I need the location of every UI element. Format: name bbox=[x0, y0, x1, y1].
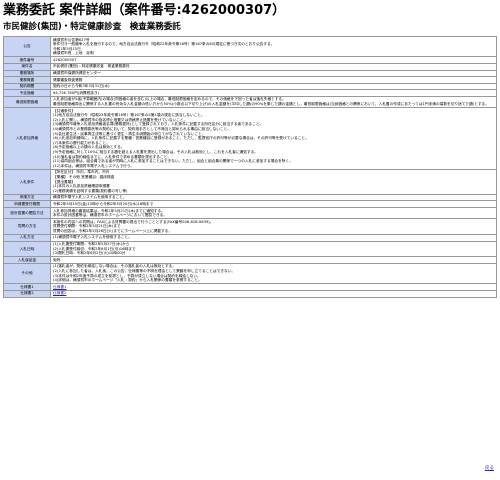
row-label: 契約期間 bbox=[4, 83, 50, 90]
detail-table: 公告 横須賀市公告第627号 条件付き一般競争入札を施行するので，地方自治法施行令（… bbox=[3, 36, 497, 298]
detail-row: 申請方法 横須賀市電子入札システムを使用すること。 bbox=[4, 194, 496, 201]
row-value: 健康審査検査業務 bbox=[51, 77, 496, 83]
detail-row: 契約期間 契約の日から令和3年3月31日(水) bbox=[4, 83, 496, 90]
value-line: 市民健診(集団)・特定健康診査 検査業務委託 bbox=[53, 64, 130, 69]
value-line: ¥4,726,760円(消費税抜き) bbox=[53, 90, 100, 95]
row-value: 本案件の内容への質問は，FAXによる質問書の提出で行うこととする(FAX番号04… bbox=[51, 219, 496, 234]
value-line: 横須賀市長 上地 克明 bbox=[53, 51, 94, 56]
row-label: 最低制限価格 bbox=[4, 96, 50, 108]
detail-row: 入札参加資格 【共通条件】 (1)地方自治法施行令（昭和22年政令第16号）第167… bbox=[4, 108, 496, 169]
row-label: 仕様書2 bbox=[4, 290, 50, 297]
value-line: 令和2年5月15日(金)15時から令和2年5月20日(水)16時まで bbox=[53, 201, 154, 206]
row-value: 入札参加資格の審査結果は，令和2年5月21日(木)までに通知する。 本件の設計図書… bbox=[51, 208, 496, 219]
detail-row: 申請書受付期間 令和2年5月15日(金)15時から令和2年5月20日(水)16時ま… bbox=[4, 201, 496, 207]
row-label: 業務場所 bbox=[4, 70, 50, 77]
value-line: (1)横須賀市電子入札システムを使用すること。 bbox=[53, 235, 132, 240]
spec-document-link[interactable]: 仕様書2 bbox=[53, 291, 494, 296]
value-line: 契約の日から令和3年3月31日(水) bbox=[53, 84, 110, 89]
detail-row: 最低制限価格 入札参加者が5者(予算範囲内)の場合(同価格の者を含む)以上の場合，… bbox=[4, 96, 496, 108]
row-value: (1)落札者が，契約を締結しない場合は，その落札者の入札は無効とする。 (2)入札… bbox=[51, 263, 496, 284]
row-label: 質問の方法 bbox=[4, 219, 50, 234]
row-value: (1)横須賀市電子入札システムを使用すること。 bbox=[51, 234, 496, 241]
row-value: 【所在区分】 市内，準市内，市外 【業種】 その他 営業種目：臨床検査 【提出書類】… bbox=[51, 169, 496, 194]
value-line: 質問の回答は，令和2年5月26日(火)までにホームページ上に掲載する。 bbox=[53, 228, 173, 233]
detail-table-body: 公告 横須賀市公告第627号 条件付き一般競争入札を施行するので，地方自治法施行令（… bbox=[4, 37, 496, 297]
row-label: 申請方法 bbox=[4, 194, 50, 201]
detail-row: 設計図書の閲覧方法 入札参加資格の審査結果は，令和2年5月21日(木)までに通知す… bbox=[4, 208, 496, 219]
value-line: 健康審査検査業務 bbox=[53, 77, 83, 82]
detail-row: 質問の方法 本案件の内容への質問は，FAXによる質問書の提出で行うこととする(FA… bbox=[4, 219, 496, 234]
row-label: 設計図書の閲覧方法 bbox=[4, 208, 50, 219]
row-value: 【共通条件】 (1)地方自治法施行令（昭和22年政令第16号）第167条の4第1項… bbox=[51, 108, 496, 169]
row-label: 案件名 bbox=[4, 63, 50, 70]
page-title: 業務委託 案件詳細（案件番号:4262000307） bbox=[3, 3, 286, 18]
row-value: 令和2年5月15日(金)15時から令和2年5月20日(水)16時まで bbox=[51, 201, 496, 207]
detail-row: 入札保証金 免除 bbox=[4, 257, 496, 263]
row-label: 入札日時 bbox=[4, 241, 50, 257]
value-line: 免除 bbox=[53, 257, 61, 262]
detail-row: 業務概要 健康審査検査業務 bbox=[4, 77, 496, 83]
value-line: (12)本件は，横須賀市電子入札システムで行う。 bbox=[53, 163, 134, 168]
detail-row: 案件番号 4262000307 bbox=[4, 57, 496, 63]
row-value: 仕様書2 bbox=[51, 290, 496, 297]
row-label: 案件番号 bbox=[4, 57, 50, 63]
detail-row: 公告 横須賀市公告第627号 条件付き一般競争入札を施行するので，地方自治法施行令（… bbox=[4, 37, 496, 57]
detail-row: 業務場所 横須賀市保健所健診センター bbox=[4, 70, 496, 77]
spec-document-link[interactable]: 仕様書1 bbox=[53, 285, 494, 290]
row-value: (1)入札書受付期間：令和2年5月27日(水)から (2)入札書受付締切：令和2年… bbox=[51, 241, 496, 257]
detail-row: 予定価格 ¥4,726,760円(消費税抜き) bbox=[4, 90, 496, 96]
detail-row: 入札方法 (1)横須賀市電子入札システムを使用すること。 bbox=[4, 234, 496, 241]
detail-row: 案件名 市民健診(集団)・特定健康診査 検査業務委託 bbox=[4, 63, 496, 70]
detail-row: その他 (1)落札者が，契約を締結しない場合は，その落札者の入札は無効とする。 (2… bbox=[4, 263, 496, 284]
detail-row: 入札日時 (1)入札書受付期間：令和2年5月27日(水)から (2)入札書受付締切：… bbox=[4, 241, 496, 257]
row-label: 入札条件 bbox=[4, 169, 50, 194]
row-label: 予定価格 bbox=[4, 90, 50, 96]
detail-row: 仕様書2 仕様書2 bbox=[4, 290, 496, 297]
row-label: 公告 bbox=[4, 37, 50, 57]
row-label: 入札方法 bbox=[4, 234, 50, 241]
detail-row: 入札条件 【所在区分】 市内，準市内，市外 【業種】 その他 営業種目：臨床検査 【提… bbox=[4, 169, 496, 194]
row-label: 申請書受付期間 bbox=[4, 201, 50, 207]
value-line: 最低制限価格算出に関係する入札書の有効な入札金額の低い方から50%(小数点以下切… bbox=[53, 102, 489, 107]
row-value: 契約の日から令和3年3月31日(水) bbox=[51, 83, 496, 90]
value-line: 4262000307 bbox=[53, 57, 77, 62]
value-line: (2)業務実績を証明する書類(契約書の写し等) bbox=[53, 188, 128, 193]
row-value: 入札参加者が5者(予算範囲内)の場合(同価格の者を含む)以上の場合，最低制限価格… bbox=[51, 96, 496, 108]
value-line: 本件の設計図書等は，横須賀市のホームページにおいて閲覧できる。 bbox=[53, 213, 167, 218]
value-line: (3)開札日時：令和2年6月2日(火)10時00分 bbox=[53, 251, 126, 256]
row-value: 横須賀市公告第627号 条件付き一般競争入札を施行するので，地方自治法施行令（昭和… bbox=[51, 37, 496, 57]
row-label: その他 bbox=[4, 263, 50, 284]
row-value: 4262000307 bbox=[51, 57, 496, 63]
value-line: (4)詳細は，横須賀市のホームページ『入札・契約』から入札関係の書類を参照するこ… bbox=[53, 278, 202, 283]
row-label: 入札保証金 bbox=[4, 257, 50, 263]
row-label: 仕様書1 bbox=[4, 284, 50, 290]
value-line: 横須賀市保健所健診センター bbox=[53, 71, 101, 76]
value-line: 横須賀市電子入札システムを使用すること。 bbox=[53, 195, 127, 200]
row-value: 免除 bbox=[51, 257, 496, 263]
row-value: 市民健診(集団)・特定健康診査 検査業務委託 bbox=[51, 63, 496, 70]
row-value: 仕様書1 bbox=[51, 284, 496, 290]
page-subtitle: 市民健診(集団)・特定健康診査 検査業務委託 bbox=[3, 22, 181, 32]
row-label: 業務概要 bbox=[4, 77, 50, 83]
row-value: 横須賀市保健所健診センター bbox=[51, 70, 496, 77]
row-value: 横須賀市電子入札システムを使用すること。 bbox=[51, 194, 496, 201]
back-link[interactable]: 戻る bbox=[485, 465, 494, 471]
detail-row: 仕様書1 仕様書1 bbox=[4, 284, 496, 290]
row-label: 入札参加資格 bbox=[4, 108, 50, 169]
row-value: ¥4,726,760円(消費税抜き) bbox=[51, 90, 496, 96]
